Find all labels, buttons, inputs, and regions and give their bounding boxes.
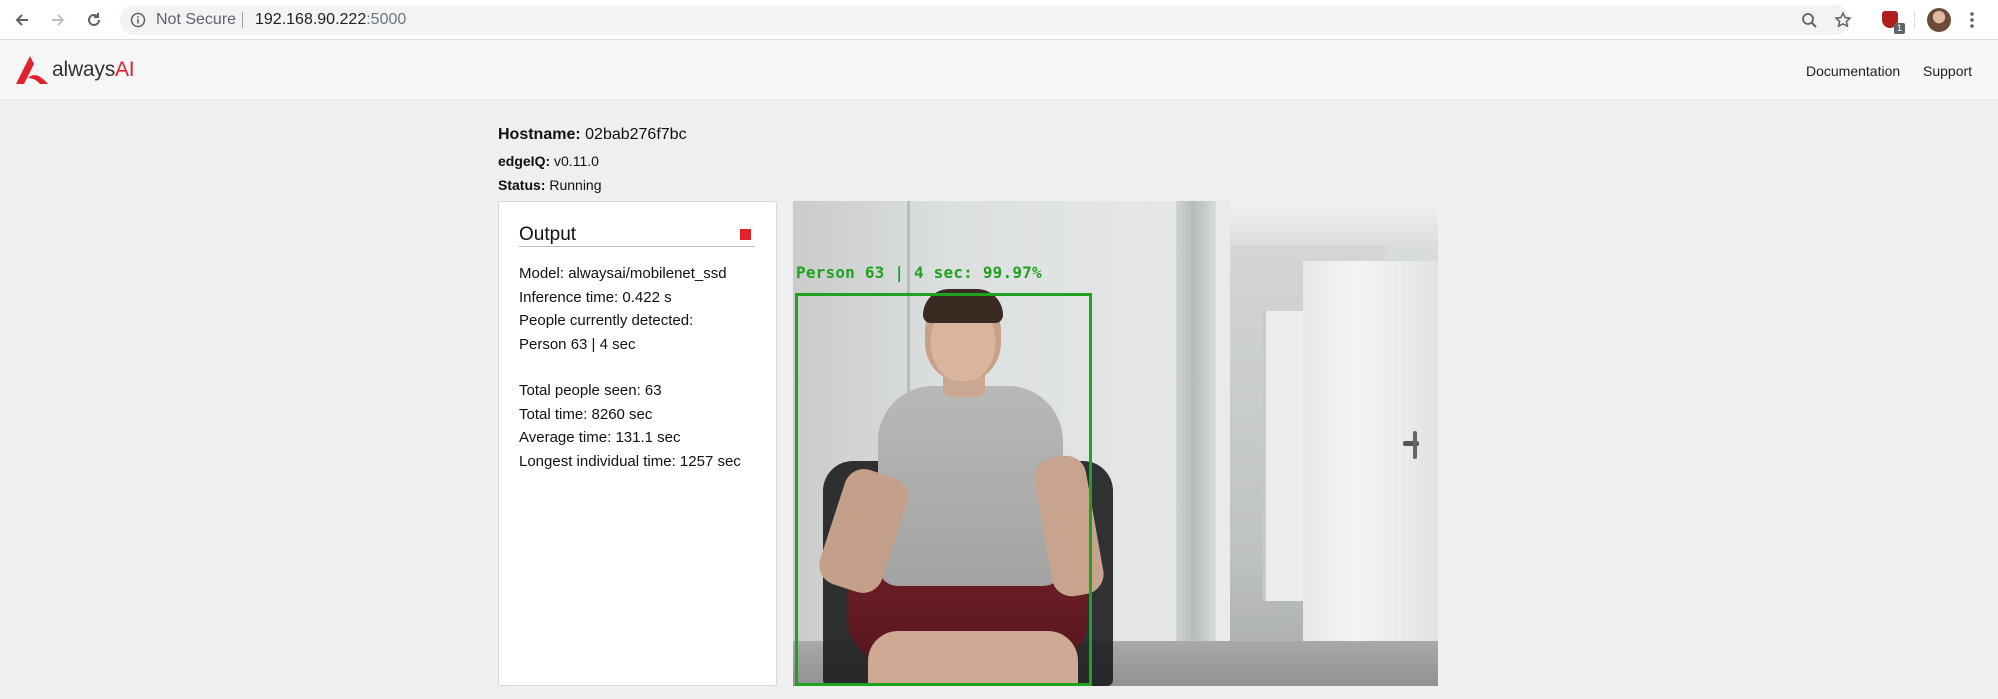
output-title-rule [519,246,755,247]
status-label: Status: [498,177,546,193]
status-value: Running [549,177,602,193]
output-title: Output [519,224,577,245]
logo-text-suffix: AI [115,58,135,81]
hostname-label: Hostname: [498,126,581,143]
edgeiq-line: edgeIQ: v0.11.0 [498,153,599,169]
profile-avatar[interactable] [1927,8,1951,32]
detection-bounding-box [795,293,1092,686]
alwaysai-logo-mark-icon [16,56,48,84]
nav-link-documentation[interactable]: Documentation [1806,63,1900,79]
people-detected-label: People currently detected: [519,312,694,329]
output-card: Output Model: alwaysai/mobilenet_ssd Inf… [498,201,777,686]
hostname-value: 02bab276f7bc [585,126,687,143]
scene-ceiling [1216,201,1438,251]
stop-button[interactable] [740,229,751,240]
total-time-line: Total time: 8260 sec [519,405,653,423]
back-arrow-icon[interactable] [10,8,34,32]
reload-icon[interactable] [82,8,106,32]
more-menu-icon[interactable] [1960,8,1984,32]
longest-time-line: Longest individual time: 1257 sec [519,452,741,470]
bookmark-star-icon[interactable] [1831,8,1855,32]
extension-shield-icon[interactable]: 1 [1880,9,1905,34]
output-body: Model: alwaysai/mobilenet_ssd Inference … [519,262,759,473]
scene-doorframe [1216,201,1230,686]
hostname-line: Hostname: 02bab276f7bc [498,126,687,144]
alwaysai-logo[interactable]: alwaysAI [14,54,135,86]
toolbar-divider [1914,11,1915,29]
detection-label: Person 63 | 4 sec: 99.97% [796,263,1042,282]
omnibox-separator [242,12,243,28]
info-icon[interactable] [130,12,146,33]
url-port: :5000 [366,11,407,28]
inference-time-line: Inference time: 0.422 s [519,288,672,306]
nav-link-support[interactable]: Support [1923,63,1972,79]
address-bar[interactable]: Not Secure 192.168.90.222:5000 [120,5,1850,35]
logo-text: alwaysAI [52,58,135,82]
scene-door-hinge [1413,431,1417,459]
status-line: Status: Running [498,177,602,193]
extension-badge-count: 1 [1893,23,1905,34]
scene-pillar [1176,201,1216,686]
scene-door [1303,261,1438,686]
app-header: alwaysAI Documentation Support [0,40,1998,100]
edgeiq-version: v0.11.0 [554,153,599,169]
average-time-line: Average time: 131.1 sec [519,429,681,446]
detected-person-line: Person 63 | 4 sec [519,335,636,353]
url-host: 192.168.90.222 [255,11,367,28]
forward-arrow-icon[interactable] [46,8,70,32]
security-label: Not Secure [156,11,237,28]
zoom-icon[interactable] [1797,8,1821,32]
model-line: Model: alwaysai/mobilenet_ssd [519,265,727,282]
edgeiq-label: edgeIQ: [498,153,551,169]
url-text[interactable]: 192.168.90.222:5000 [255,11,406,29]
total-people-line: Total people seen: 63 [519,382,662,399]
browser-toolbar: Not Secure 192.168.90.222:5000 1 [0,0,1998,40]
video-stream: Person 63 | 4 sec: 99.97% [793,201,1438,686]
logo-text-prefix: always [52,58,115,81]
